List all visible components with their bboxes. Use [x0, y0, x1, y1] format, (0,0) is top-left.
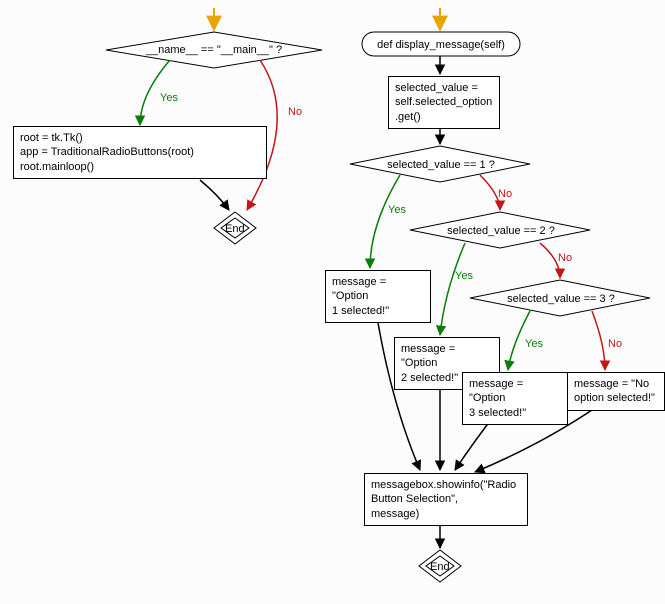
left-no-label: No	[288, 106, 302, 118]
msg3-box: message = "Option 3 selected!"	[462, 372, 568, 425]
cond2-no: No	[558, 252, 572, 264]
cond1-yes: Yes	[388, 204, 406, 216]
def-label: def display_message(self)	[370, 38, 512, 52]
left-end-label: End	[225, 222, 245, 236]
cond1-no: No	[498, 188, 512, 200]
cond1-label: selected_value == 1 ?	[386, 158, 496, 172]
cond-main: __name__ == "__main__" ?	[138, 43, 290, 57]
cond2-yes: Yes	[455, 270, 473, 282]
cond2-label: selected_value == 2 ?	[446, 224, 556, 238]
cond3-yes: Yes	[525, 338, 543, 350]
cond3-no: No	[608, 338, 622, 350]
left-yes-label: Yes	[160, 92, 178, 104]
msg1-box: message = "Option 1 selected!"	[325, 270, 431, 323]
assign-box: selected_value = self.selected_option .g…	[388, 76, 500, 129]
cond3-label: selected_value == 3 ?	[506, 292, 616, 306]
right-end-label: End	[430, 560, 450, 574]
left-body: root = tk.Tk() app = TraditionalRadioBut…	[13, 126, 267, 179]
show-box: messagebox.showinfo("Radio Button Select…	[364, 473, 528, 526]
msg4-box: message = "No option selected!"	[567, 372, 665, 411]
